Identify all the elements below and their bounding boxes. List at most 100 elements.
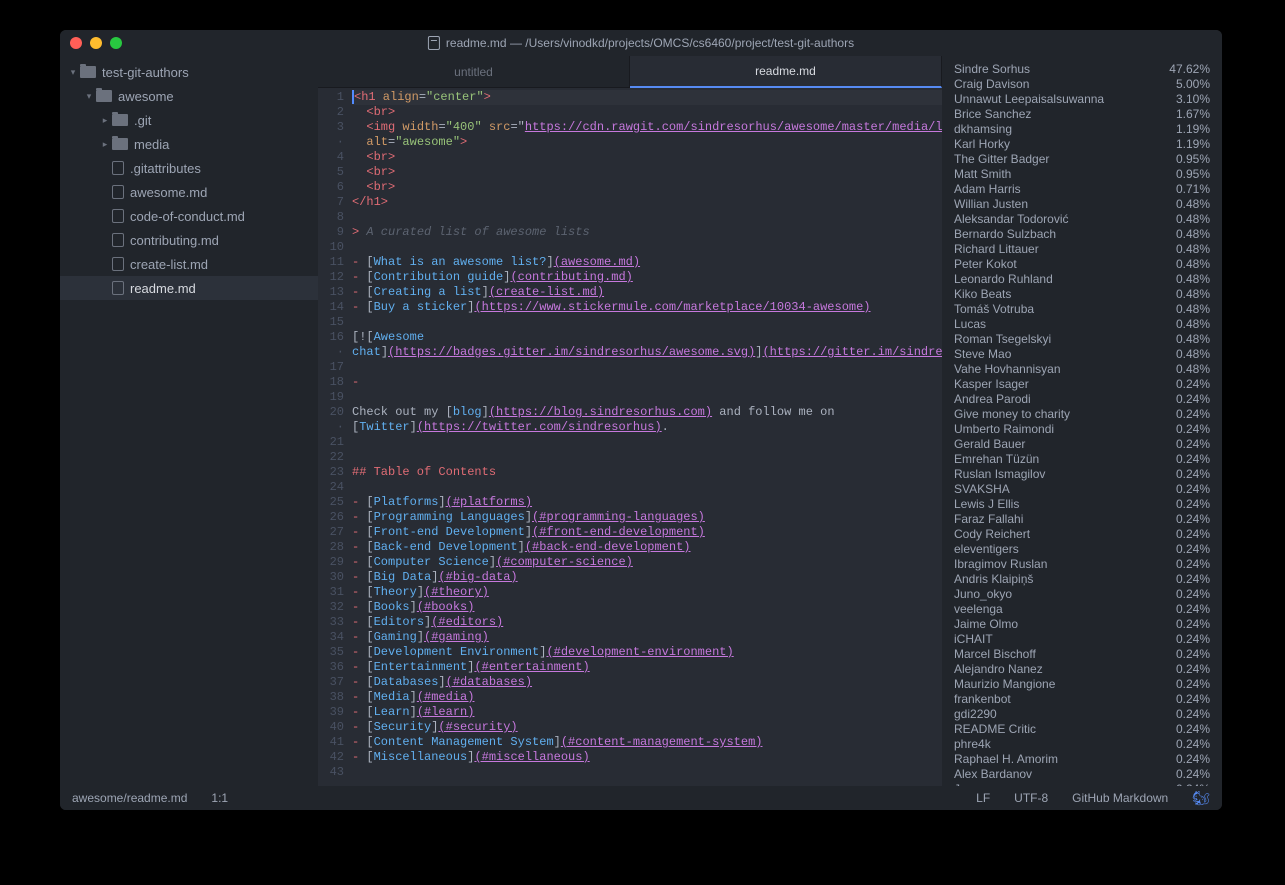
tree-root[interactable]: ▾ test-git-authors [60, 60, 318, 84]
status-bar: awesome/readme.md 1:1 LF UTF-8 GitHub Ma… [60, 786, 1222, 810]
code-editor[interactable]: 123·45678910111213141516·17181920·212223… [318, 88, 942, 786]
line-number-gutter[interactable]: 123·45678910111213141516·17181920·212223… [318, 88, 352, 786]
chevron-right-icon: ▸ [100, 115, 110, 126]
author-row[interactable]: Cody Reichert0.24% [954, 527, 1210, 542]
author-row[interactable]: Kasper Isager0.24% [954, 377, 1210, 392]
tree-file[interactable]: create-list.md [60, 252, 318, 276]
close-window-button[interactable] [70, 37, 82, 49]
tab-readme[interactable]: readme.md [630, 56, 942, 88]
tree-folder[interactable]: ▸media [60, 132, 318, 156]
author-pct: 0.48% [1176, 197, 1210, 212]
minimize-window-button[interactable] [90, 37, 102, 49]
tree-file[interactable]: readme.md [60, 276, 318, 300]
author-row[interactable]: Brice Sanchez1.67% [954, 107, 1210, 122]
status-encoding[interactable]: UTF-8 [1014, 791, 1048, 805]
author-pct: 0.24% [1176, 722, 1210, 737]
file-icon [112, 233, 124, 247]
author-row[interactable]: Lucas0.48% [954, 317, 1210, 332]
author-row[interactable]: phre4k0.24% [954, 737, 1210, 752]
titlebar[interactable]: readme.md — /Users/vinodkd/projects/OMCS… [60, 30, 1222, 56]
author-row[interactable]: Aleksandar Todorović0.48% [954, 212, 1210, 227]
author-row[interactable]: veelenga0.24% [954, 602, 1210, 617]
status-cursor-pos[interactable]: 1:1 [211, 791, 228, 805]
tab-untitled[interactable]: untitled [318, 56, 630, 88]
author-row[interactable]: Vahe Hovhannisyan0.48% [954, 362, 1210, 377]
author-row[interactable]: README Critic0.24% [954, 722, 1210, 737]
author-row[interactable]: The Gitter Badger0.95% [954, 152, 1210, 167]
author-row[interactable]: Emrehan Tüzün0.24% [954, 452, 1210, 467]
author-row[interactable]: SVAKSHA0.24% [954, 482, 1210, 497]
author-row[interactable]: Jaime Olmo 0.24% [954, 617, 1210, 632]
author-row[interactable]: Ibragimov Ruslan0.24% [954, 557, 1210, 572]
author-row[interactable]: Bernardo Sulzbach0.48% [954, 227, 1210, 242]
author-row[interactable]: Maurizio Mangione0.24% [954, 677, 1210, 692]
tree-file[interactable]: code-of-conduct.md [60, 204, 318, 228]
author-pct: 1.19% [1176, 122, 1210, 137]
author-row[interactable]: dkhamsing1.19% [954, 122, 1210, 137]
tree-file[interactable]: .gitattributes [60, 156, 318, 180]
author-row[interactable]: Juno_okyo0.24% [954, 587, 1210, 602]
author-row[interactable]: Roman Tsegelskyi0.48% [954, 332, 1210, 347]
author-row[interactable]: Craig Davison5.00% [954, 77, 1210, 92]
author-pct: 1.67% [1176, 107, 1210, 122]
maximize-window-button[interactable] [110, 37, 122, 49]
author-pct: 0.48% [1176, 332, 1210, 347]
file-tree-sidebar[interactable]: ▾ test-git-authors ▾awesome▸.git▸media .… [60, 56, 318, 786]
author-name: Alex Bardanov [954, 767, 1032, 782]
author-pct: 0.48% [1176, 212, 1210, 227]
tree-file[interactable]: contributing.md [60, 228, 318, 252]
tree-folder-label: media [134, 137, 169, 152]
author-row[interactable]: Give money to charity0.24% [954, 407, 1210, 422]
author-pct: 0.48% [1176, 272, 1210, 287]
file-icon [112, 209, 124, 223]
authors-panel[interactable]: Sindre Sorhus47.62%Craig Davison5.00%Unn… [942, 56, 1222, 786]
status-eol[interactable]: LF [976, 791, 990, 805]
author-row[interactable]: Steve Mao0.48% [954, 347, 1210, 362]
author-row[interactable]: Karl Horky1.19% [954, 137, 1210, 152]
author-row[interactable]: Unnawut Leepaisalsuwanna3.10% [954, 92, 1210, 107]
author-pct: 0.24% [1176, 677, 1210, 692]
author-row[interactable]: gdi22900.24% [954, 707, 1210, 722]
tree-file[interactable]: awesome.md [60, 180, 318, 204]
author-row[interactable]: Willian Justen0.48% [954, 197, 1210, 212]
author-row[interactable]: iCHAIT0.24% [954, 632, 1210, 647]
tree-folder[interactable]: ▾awesome [60, 84, 318, 108]
author-row[interactable]: Tomáš Votruba0.48% [954, 302, 1210, 317]
author-row[interactable]: Lewis J Ellis0.24% [954, 497, 1210, 512]
author-row[interactable]: Marcel Bischoff0.24% [954, 647, 1210, 662]
squirrel-icon[interactable]: 🐿 [1192, 790, 1210, 807]
author-row[interactable]: Alex Bardanov0.24% [954, 767, 1210, 782]
author-row[interactable]: Faraz Fallahi0.24% [954, 512, 1210, 527]
author-row[interactable]: Kiko Beats0.48% [954, 287, 1210, 302]
author-pct: 0.24% [1176, 437, 1210, 452]
author-name: Vahe Hovhannisyan [954, 362, 1061, 377]
editor-window: readme.md — /Users/vinodkd/projects/OMCS… [60, 30, 1222, 810]
code-content[interactable]: <h1 align="center"> <br> <img width="400… [352, 88, 942, 786]
author-pct: 0.24% [1176, 617, 1210, 632]
author-row[interactable]: Alejandro Nanez0.24% [954, 662, 1210, 677]
author-pct: 0.48% [1176, 317, 1210, 332]
author-name: Jaime Olmo [954, 617, 1018, 632]
author-row[interactable]: Ruslan Ismagilov0.24% [954, 467, 1210, 482]
author-row[interactable]: Raphael H. Amorim0.24% [954, 752, 1210, 767]
author-row[interactable]: Matt Smith0.95% [954, 167, 1210, 182]
status-grammar[interactable]: GitHub Markdown [1072, 791, 1168, 805]
author-row[interactable]: Richard Littauer0.48% [954, 242, 1210, 257]
author-name: Karl Horky [954, 137, 1010, 152]
author-row[interactable]: eleventigers0.24% [954, 542, 1210, 557]
author-pct: 0.48% [1176, 227, 1210, 242]
status-path[interactable]: awesome/readme.md [72, 791, 187, 805]
author-row[interactable]: Peter Kokot0.48% [954, 257, 1210, 272]
author-row[interactable]: frankenbot0.24% [954, 692, 1210, 707]
author-row[interactable]: Umberto Raimondi0.24% [954, 422, 1210, 437]
tree-folder[interactable]: ▸.git [60, 108, 318, 132]
author-name: veelenga [954, 602, 1003, 617]
author-row[interactable]: Sindre Sorhus47.62% [954, 62, 1210, 77]
author-row[interactable]: Gerald Bauer0.24% [954, 437, 1210, 452]
author-row[interactable]: Leonardo Ruhland0.48% [954, 272, 1210, 287]
author-name: Craig Davison [954, 77, 1029, 92]
author-pct: 0.24% [1176, 632, 1210, 647]
author-row[interactable]: Adam Harris0.71% [954, 182, 1210, 197]
author-row[interactable]: Andrea Parodi0.24% [954, 392, 1210, 407]
author-row[interactable]: Andris Klaipiņš0.24% [954, 572, 1210, 587]
